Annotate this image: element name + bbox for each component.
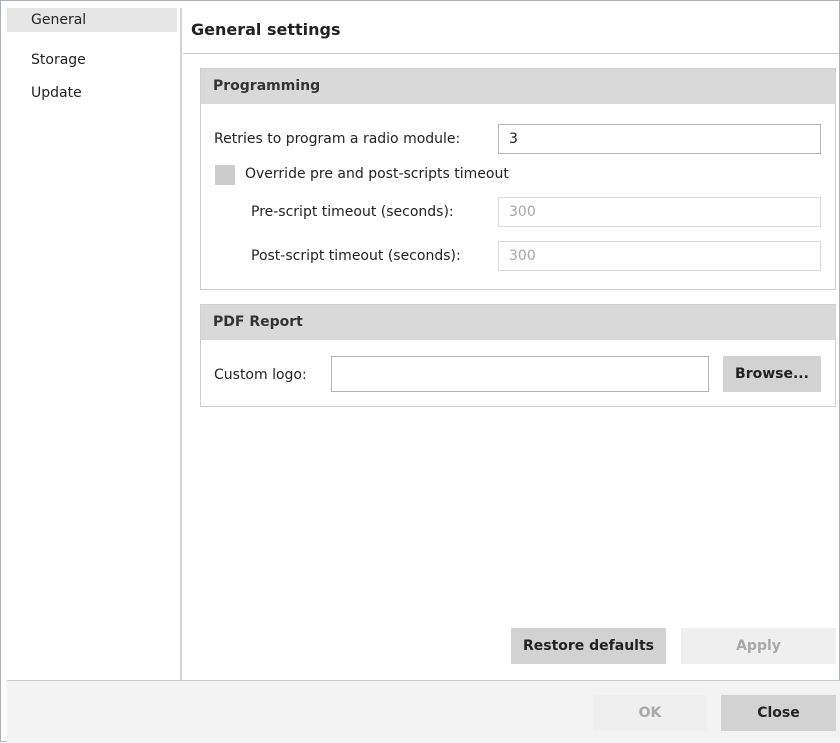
sidebar-item-label: Update (31, 85, 82, 101)
sidebar-item-general[interactable]: General (7, 8, 177, 32)
browse-button[interactable]: Browse... (723, 356, 821, 392)
custom-logo-input[interactable] (331, 356, 709, 392)
override-timeout-checkbox[interactable] (215, 165, 235, 185)
page-header: General settings (183, 8, 839, 54)
pre-script-timeout-input[interactable]: 300 (498, 197, 821, 227)
page-title: General settings (191, 20, 341, 39)
custom-logo-label: Custom logo: (214, 367, 307, 383)
retries-input[interactable]: 3 (498, 124, 821, 154)
retries-label: Retries to program a radio module: (214, 131, 461, 147)
post-script-timeout-label: Post-script timeout (seconds): (251, 248, 461, 264)
dialog-footer (7, 680, 840, 743)
post-script-timeout-input[interactable]: 300 (498, 241, 821, 271)
sidebar: General Storage Update (7, 8, 177, 678)
sidebar-item-storage[interactable]: Storage (7, 48, 177, 72)
pre-script-timeout-label: Pre-script timeout (seconds): (251, 204, 454, 220)
apply-button[interactable]: Apply (681, 628, 836, 664)
override-timeout-label: Override pre and post-scripts timeout (245, 166, 509, 182)
sidebar-item-label: Storage (31, 52, 86, 68)
sidebar-item-update[interactable]: Update (7, 81, 177, 105)
pdf-report-group-header: PDF Report (201, 305, 835, 340)
sidebar-item-label: General (31, 12, 87, 28)
close-button[interactable]: Close (721, 695, 836, 731)
ok-button[interactable]: OK (593, 695, 707, 731)
sidebar-splitter[interactable] (180, 8, 182, 680)
restore-defaults-button[interactable]: Restore defaults (511, 628, 666, 664)
programming-group-header: Programming (201, 69, 835, 104)
